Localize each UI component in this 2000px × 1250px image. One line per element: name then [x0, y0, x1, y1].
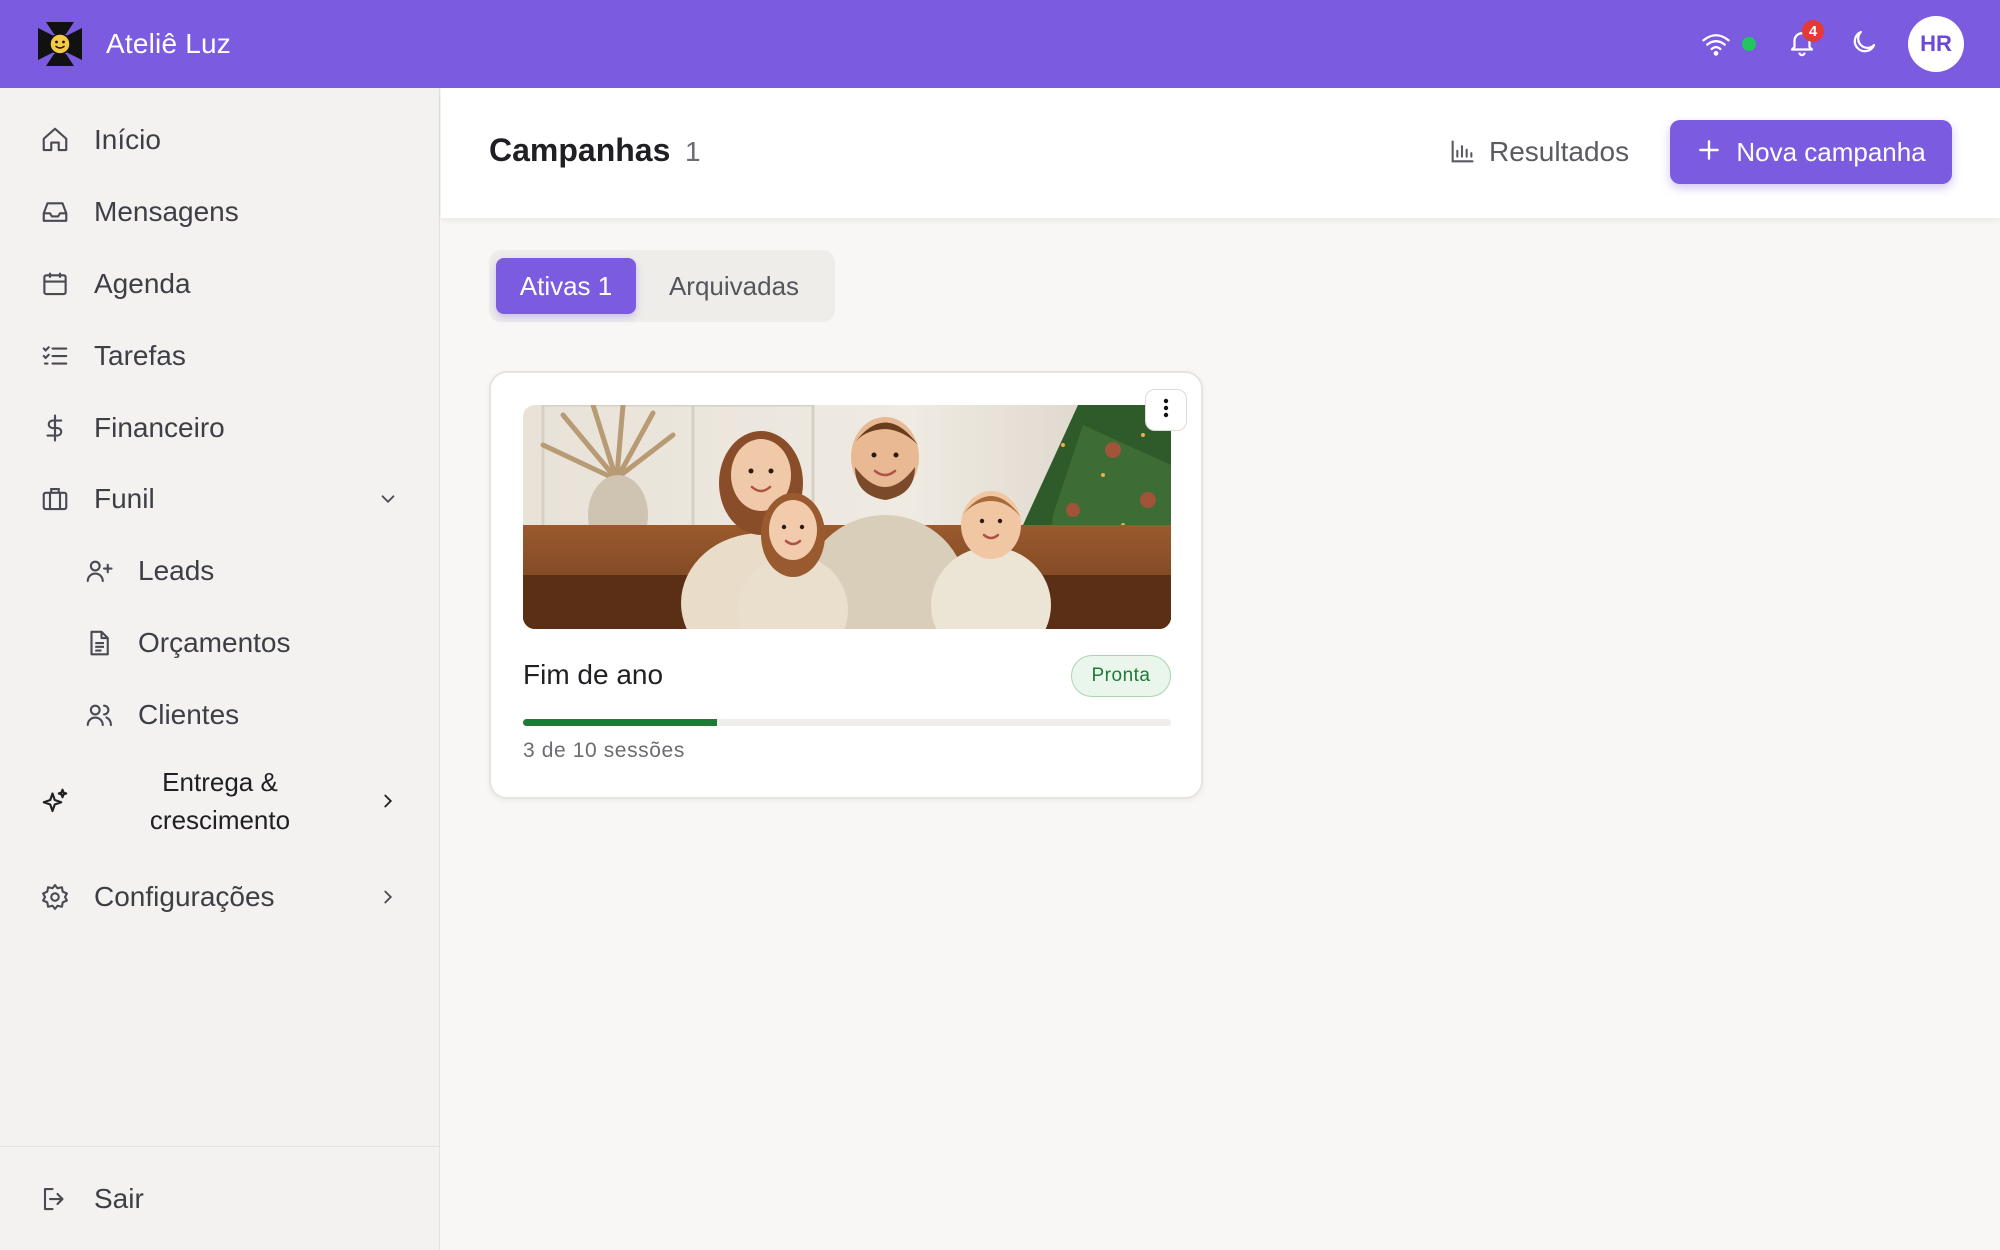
user-plus-icon	[82, 554, 116, 588]
results-button[interactable]: Resultados	[1447, 130, 1629, 174]
card-menu-button[interactable]	[1145, 389, 1187, 431]
sidebar-item-leads[interactable]: Leads	[0, 541, 440, 601]
avatar[interactable]: HR	[1908, 16, 1964, 72]
wifi-icon	[1694, 22, 1738, 66]
plus-icon	[1696, 135, 1722, 169]
campaign-cover-image	[523, 405, 1171, 629]
notifications-button[interactable]: 4	[1780, 20, 1824, 66]
sidebar-item-label: Início	[94, 124, 161, 155]
sidebar-item-label: Financeiro	[94, 412, 225, 443]
page-title: Campanhas	[489, 132, 671, 168]
sidebar-item-label: Entrega & crescimento	[149, 767, 291, 835]
progress-text: 3 de 10 sessões	[523, 739, 685, 762]
sidebar-item-agenda[interactable]: Agenda	[0, 254, 440, 314]
online-dot	[1742, 37, 1756, 51]
more-vertical-icon	[1154, 396, 1178, 425]
briefcase-icon	[38, 482, 72, 516]
calendar-icon	[38, 267, 72, 301]
campaign-tabs: Ativas 1 Arquivadas	[489, 250, 835, 322]
sidebar-item-label: Clientes	[138, 699, 240, 730]
chevron-down-icon[interactable]	[376, 487, 400, 511]
progress-bar-fill	[523, 719, 718, 726]
logout-label: Sair	[94, 1183, 144, 1214]
sidebar-item-inicio[interactable]: Início	[0, 110, 440, 170]
bar-chart-icon	[1447, 137, 1477, 167]
page-header: Campanhas 1 Resultados Nova campanha	[441, 88, 2000, 218]
sidebar-item-label: Configurações	[94, 881, 275, 912]
sidebar-footer: Sair	[0, 1146, 440, 1250]
campaign-card[interactable]: Fim de ano Pronta 3 de 10 sessões	[489, 371, 1203, 799]
logout-button[interactable]: Sair	[0, 1169, 440, 1229]
sidebar-item-funil[interactable]: Funil	[0, 469, 440, 529]
logout-icon	[38, 1182, 72, 1216]
brand-name: Ateliê Luz	[106, 28, 231, 59]
sidebar-item-label: Leads	[138, 555, 215, 586]
notification-badge: 4	[1802, 20, 1824, 42]
tasks-icon	[38, 339, 72, 373]
tab-ativas[interactable]: Ativas 1	[496, 258, 636, 314]
campaign-count: 1	[685, 136, 701, 167]
sidebar-item-orcamentos[interactable]: Orçamentos	[0, 613, 440, 673]
users-icon	[82, 698, 116, 732]
sidebar-item-clientes[interactable]: Clientes	[0, 685, 440, 745]
sidebar-item-label: Funil	[94, 483, 155, 514]
sidebar-item-label: Mensagens	[94, 196, 239, 227]
gear-icon	[38, 880, 72, 914]
results-label: Resultados	[1489, 136, 1630, 167]
chevron-right-icon[interactable]	[376, 789, 400, 813]
campaign-title: Fim de ano	[523, 659, 664, 690]
status-badge: Pronta	[1071, 655, 1171, 697]
home-icon	[38, 123, 72, 157]
sparkles-icon	[38, 784, 72, 818]
sidebar-item-mensagens[interactable]: Mensagens	[0, 182, 440, 242]
new-campaign-button[interactable]: Nova campanha	[1670, 120, 1952, 184]
moon-icon	[1849, 27, 1879, 62]
sidebar-item-label: Agenda	[94, 268, 191, 299]
dollar-icon	[38, 411, 72, 445]
connection-status	[1694, 22, 1756, 66]
brand-logo[interactable]	[36, 20, 84, 68]
sidebar-item-label: Orçamentos	[138, 627, 291, 658]
sidebar: Início Mensagens Agenda Tarefas Financei…	[0, 88, 440, 1250]
sidebar-item-entrega-crescimento[interactable]: Entrega & crescimento	[0, 758, 440, 844]
sidebar-item-financeiro[interactable]: Financeiro	[0, 398, 440, 458]
theme-toggle-button[interactable]	[1842, 22, 1886, 66]
sidebar-item-configuracoes[interactable]: Configurações	[0, 867, 440, 927]
sidebar-item-label: Tarefas	[94, 340, 186, 371]
new-campaign-label: Nova campanha	[1736, 136, 1926, 167]
tab-arquivadas[interactable]: Arquivadas	[644, 258, 824, 314]
inbox-icon	[38, 195, 72, 229]
document-icon	[82, 626, 116, 660]
chevron-right-icon[interactable]	[376, 885, 400, 909]
sidebar-item-tarefas[interactable]: Tarefas	[0, 326, 440, 386]
progress-bar	[523, 719, 1171, 726]
top-bar: Ateliê Luz 4 HR	[0, 0, 2000, 88]
